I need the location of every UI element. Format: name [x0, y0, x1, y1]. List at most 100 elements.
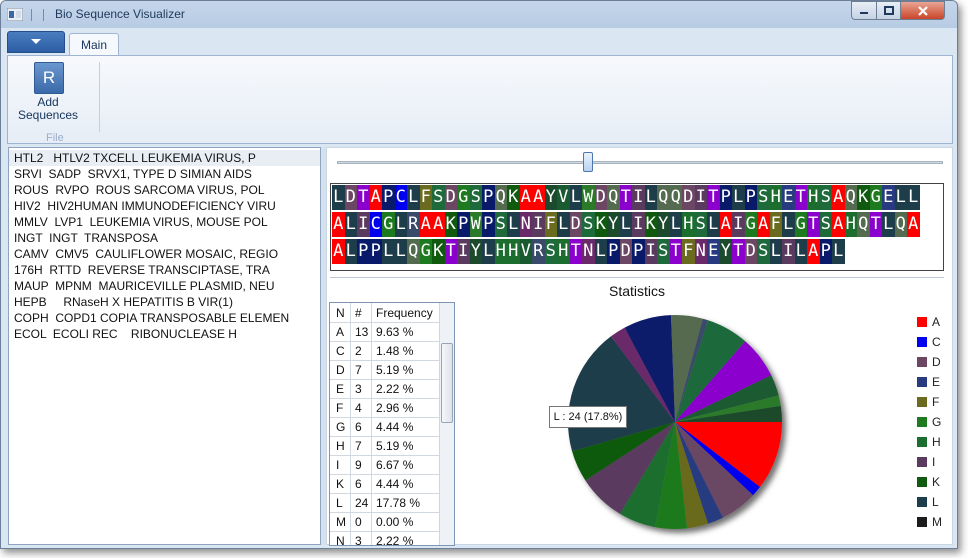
cell-count[interactable]: 6	[355, 475, 362, 494]
cell-count[interactable]: 4	[355, 399, 362, 418]
list-item[interactable]: HIV2 HIV2HUMAN IMMUNODEFICIENCY VIRU	[9, 198, 320, 214]
list-item[interactable]: SRVI SADP SRVX1, TYPE D SIMIAN AIDS	[9, 166, 320, 182]
column-header-n[interactable]: N	[336, 304, 345, 323]
sequence-row: LDTAPCLFSDGSPQKAAYVLWDQTILQQDITPLPSHETHS…	[332, 185, 920, 210]
cell-count[interactable]: 0	[355, 513, 362, 532]
cell-count[interactable]: 6	[355, 418, 362, 437]
residue-cell: Y	[607, 212, 620, 237]
residue-cell: P	[719, 185, 732, 210]
residue-cell: S	[694, 212, 707, 237]
residue-cell: G	[744, 212, 757, 237]
legend-swatch	[917, 317, 927, 327]
cell-frequency[interactable]: 5.19 %	[376, 437, 413, 456]
cell-residue[interactable]: G	[336, 418, 345, 437]
cell-residue[interactable]: L	[336, 494, 343, 513]
residue-cell: F	[544, 212, 557, 237]
cell-frequency[interactable]: 2.22 %	[376, 380, 413, 399]
cell-frequency[interactable]: 2.96 %	[376, 399, 413, 418]
minimize-button[interactable]	[851, 1, 877, 20]
list-item[interactable]: MAUP MPNM MAURICEVILLE PLASMID, NEU	[9, 278, 320, 294]
residue-cell: L	[882, 212, 895, 237]
residue-cell: V	[557, 185, 570, 210]
list-item[interactable]: HEPB RNaseH X HEPATITIS B VIR(1)	[9, 294, 320, 310]
list-item[interactable]: HTL2 HTLV2 TXCELL LEUKEMIA VIRUS, P	[9, 150, 320, 166]
cell-count[interactable]: 3	[355, 532, 362, 545]
cell-frequency[interactable]: 4.44 %	[376, 475, 413, 494]
cell-count[interactable]: 24	[355, 494, 368, 513]
column-header-count[interactable]: #	[355, 304, 362, 323]
close-button[interactable]	[900, 1, 945, 20]
residue-cell: T	[707, 185, 720, 210]
residue-cell: G	[419, 239, 432, 264]
cell-frequency[interactable]: 17.78 %	[376, 494, 420, 513]
legend-label: E	[932, 375, 941, 389]
cell-frequency[interactable]: 9.63 %	[376, 323, 413, 342]
cell-residue[interactable]: D	[336, 361, 345, 380]
legend-swatch	[917, 337, 927, 347]
legend-label: C	[932, 335, 941, 349]
list-item[interactable]: 176H RTTD REVERSE TRANSCIPTASE, TRA	[9, 262, 320, 278]
cell-residue[interactable]: E	[336, 380, 344, 399]
cell-residue[interactable]: F	[336, 399, 343, 418]
cell-residue[interactable]: H	[336, 437, 345, 456]
legend-label: H	[932, 435, 941, 449]
cell-count[interactable]: 3	[355, 380, 362, 399]
residue-cell: D	[744, 239, 757, 264]
residue-cell: T	[732, 239, 745, 264]
cell-frequency[interactable]: 1.48 %	[376, 342, 413, 361]
cell-residue[interactable]: C	[336, 342, 345, 361]
list-item[interactable]: COPH COPD1 COPIA TRANSPOSABLE ELEMEN	[9, 310, 320, 326]
column-header-frequency[interactable]: Frequency	[376, 304, 433, 323]
residue-cell: L	[732, 185, 745, 210]
cell-count[interactable]: 7	[355, 361, 362, 380]
list-item[interactable]: ECOL ECOLI REC RIBONUCLEASE H	[9, 326, 320, 342]
tab-main[interactable]: Main	[69, 33, 119, 55]
scrollbar-thumb[interactable]	[441, 343, 453, 423]
legend-label: K	[932, 475, 941, 489]
legend-item-A: A	[917, 314, 957, 330]
cell-count[interactable]: 13	[355, 323, 368, 342]
ribbon-tabs: Main	[7, 31, 953, 55]
cell-frequency[interactable]: 5.19 %	[376, 361, 413, 380]
frequency-pie-chart[interactable]	[567, 310, 807, 549]
cell-count[interactable]: 2	[355, 342, 362, 361]
residue-cell: L	[794, 239, 807, 264]
cell-residue[interactable]: K	[336, 475, 344, 494]
residue-cell: A	[419, 212, 432, 237]
residue-cell: L	[619, 212, 632, 237]
residue-cell: A	[432, 212, 445, 237]
residue-cell: N	[519, 212, 532, 237]
cell-residue[interactable]: N	[336, 532, 345, 545]
cell-frequency[interactable]: 6.67 %	[376, 456, 413, 475]
cell-residue[interactable]: M	[336, 513, 346, 532]
list-item[interactable]: CAMV CMV5 CAULIFLOWER MOSAIC, REGIO	[9, 246, 320, 262]
maximize-button[interactable]	[876, 1, 901, 20]
list-item[interactable]: MMLV LVP1 LEUKEMIA VIRUS, MOUSE POL	[9, 214, 320, 230]
sequence-list[interactable]: HTL2 HTLV2 TXCELL LEUKEMIA VIRUS, P SRVI…	[8, 147, 321, 545]
application-menu-button[interactable]	[7, 31, 65, 53]
cell-count[interactable]: 9	[355, 456, 362, 475]
residue-cell: K	[594, 212, 607, 237]
cell-frequency[interactable]: 4.44 %	[376, 418, 413, 437]
cell-residue[interactable]: I	[336, 456, 339, 475]
cell-residue[interactable]: A	[336, 323, 344, 342]
list-item[interactable]: INGT INGT TRANSPOSA	[9, 230, 320, 246]
frequency-table[interactable]: N # Frequency A 13 9.63 % C 2 1.48 % D 7 5.19 % E…	[329, 302, 455, 546]
cell-frequency[interactable]: 0.00 %	[376, 513, 413, 532]
residue-cell: I	[732, 212, 745, 237]
zoom-slider-track[interactable]	[337, 161, 943, 164]
column-divider	[350, 303, 351, 545]
residue-cell: F	[419, 185, 432, 210]
residue-cell: P	[357, 239, 370, 264]
list-item[interactable]: ROUS RVPO ROUS SARCOMA VIRUS, POL	[9, 182, 320, 198]
legend-swatch	[917, 477, 927, 487]
add-sequences-button[interactable]: R Add Sequences	[16, 60, 80, 128]
residue-cell: L	[832, 239, 845, 264]
qat-separator	[31, 9, 32, 21]
cell-frequency[interactable]: 2.22 %	[376, 532, 413, 545]
residue-cell: Q	[669, 185, 682, 210]
residue-cell: D	[682, 185, 695, 210]
table-scrollbar[interactable]	[439, 303, 454, 545]
zoom-slider-thumb[interactable]	[583, 152, 593, 172]
cell-count[interactable]: 7	[355, 437, 362, 456]
